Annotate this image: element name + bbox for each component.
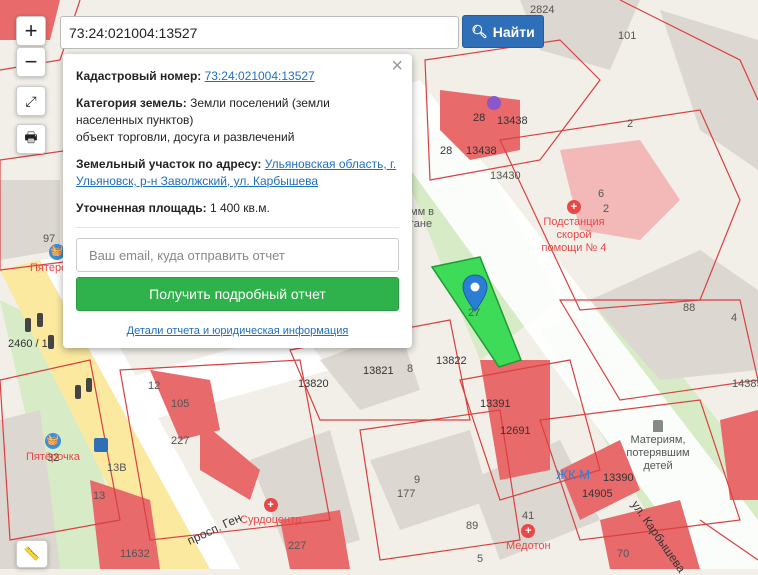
- parcel-label: 11632: [120, 548, 150, 560]
- poi-label: Сурдоцентр: [240, 514, 302, 526]
- parcel-label: 13430: [490, 170, 521, 182]
- parcel-label: 12691: [500, 425, 531, 437]
- printer-icon: 🖶: [24, 129, 38, 145]
- zoom-in-button[interactable]: +: [16, 16, 46, 46]
- parcel-label: 70: [617, 548, 630, 560]
- parcel-label: 2460 / 1: [8, 338, 48, 350]
- traffic-light-icon: [25, 318, 31, 332]
- poi-surdocentr[interactable]: + Сурдоцентр: [240, 498, 301, 527]
- address-row: Земельный участок по адресу: Ульяновская…: [76, 156, 399, 190]
- category-row: Категория земель: Земли поселений (земли…: [76, 95, 399, 146]
- category-use: объект торговли, досуга и развлечений: [76, 130, 295, 144]
- parcel-label: 6: [598, 188, 605, 200]
- ruler-icon: 📏: [23, 546, 41, 561]
- poi-label: Медотон: [506, 540, 551, 552]
- expand-icon: ⤢: [25, 92, 37, 109]
- cadastral-row: Кадастровый номер: 73:24:021004:13527: [76, 68, 399, 85]
- parcel-label: 13438: [497, 115, 528, 127]
- parcel-label: 88: [683, 302, 696, 314]
- parcel-label: 101: [618, 30, 637, 42]
- parcel-label: 12: [148, 380, 161, 392]
- bus-stop-icon: [94, 438, 108, 452]
- poi-label: Подстанция скорой помощи № 4: [541, 216, 607, 254]
- poi-pyaterochka[interactable]: 🧺 Пятёрочка: [26, 433, 80, 464]
- parcel-label: 13821: [363, 365, 394, 377]
- parcel-label: 13438: [466, 145, 497, 157]
- get-report-button[interactable]: Получить подробный отчет: [76, 277, 399, 311]
- traffic-light-icon: [86, 378, 92, 392]
- shop-icon: 🧺: [44, 433, 61, 449]
- parcel-label: 2: [627, 118, 634, 130]
- area-value: 1 400 кв.м.: [209, 201, 270, 215]
- divider: [76, 227, 399, 228]
- close-icon[interactable]: ×: [391, 56, 403, 76]
- parcel-label: 14905: [582, 488, 613, 500]
- parcel-label: 13822: [436, 355, 467, 367]
- parcel-label: 13: [93, 490, 106, 502]
- poi-zhk[interactable]: ЖК М: [556, 468, 590, 481]
- traffic-light-icon: [75, 385, 81, 399]
- email-field[interactable]: [76, 238, 399, 272]
- parcel-label: 14385: [732, 378, 758, 390]
- traffic-light-icon: [37, 313, 43, 327]
- parcel-label: 28: [440, 145, 453, 157]
- monument-icon: [653, 420, 663, 432]
- measure-button[interactable]: 📏: [16, 540, 48, 568]
- parcel-label: 13390: [603, 472, 634, 484]
- place-icon: [487, 96, 501, 110]
- parcel-label: 89: [466, 520, 479, 532]
- parcel-label: 5: [477, 553, 484, 565]
- medical-cross-icon: +: [263, 498, 278, 512]
- parcel-label: 13391: [480, 398, 511, 410]
- parcel-label: 4: [731, 312, 738, 324]
- parcel-label: 13В: [107, 462, 127, 474]
- medical-cross-icon: +: [521, 524, 536, 538]
- cadastral-link[interactable]: 73:24:021004:13527: [205, 69, 315, 83]
- search-icon: 🔍︎: [471, 23, 488, 39]
- parcel-label: 227: [288, 540, 307, 552]
- traffic-light-icon: [48, 335, 54, 349]
- parcel-label: 8: [407, 363, 414, 375]
- parcel-label: 177: [397, 488, 416, 500]
- zoom-out-button[interactable]: −: [16, 47, 46, 77]
- search-input[interactable]: [60, 16, 459, 49]
- category-label: Категория земель:: [76, 96, 187, 110]
- search-button-label: Найти: [492, 23, 535, 40]
- area-row: Уточненная площадь: 1 400 кв.м.: [76, 200, 399, 217]
- address-label: Земельный участок по адресу:: [76, 157, 262, 171]
- fullscreen-button[interactable]: ⤢: [16, 86, 46, 116]
- poi-label: Пятёрочка: [26, 451, 80, 463]
- parcel-info-popup: × Кадастровый номер: 73:24:021004:13527 …: [63, 54, 412, 348]
- search-button[interactable]: 🔍︎ Найти: [462, 15, 544, 48]
- parcel-label: 13820: [298, 378, 329, 390]
- cadastral-label: Кадастровый номер:: [76, 69, 202, 83]
- parcel-label: 28: [473, 112, 486, 124]
- location-marker-icon[interactable]: [462, 274, 488, 312]
- parcel-label: 9: [414, 474, 421, 486]
- poi-ambulance[interactable]: + Подстанция скорой помощи № 4: [538, 200, 610, 255]
- report-details-link[interactable]: Детали отчета и юридическая информация: [76, 323, 399, 340]
- map-text: гане: [410, 218, 433, 230]
- poi-monument[interactable]: Материям, потерявшим детей: [620, 420, 696, 473]
- poi-label: Материям, потерявшим детей: [626, 434, 690, 472]
- parcel-label: 105: [171, 398, 190, 410]
- parcel-label: 227: [171, 435, 190, 447]
- medical-cross-icon: +: [567, 200, 581, 214]
- print-button[interactable]: 🖶: [16, 124, 46, 154]
- area-label: Уточненная площадь:: [76, 201, 207, 215]
- parcel-label: 41: [522, 510, 535, 522]
- poi-medoton[interactable]: + Медотон: [506, 524, 551, 553]
- map-text: мм в: [410, 206, 435, 218]
